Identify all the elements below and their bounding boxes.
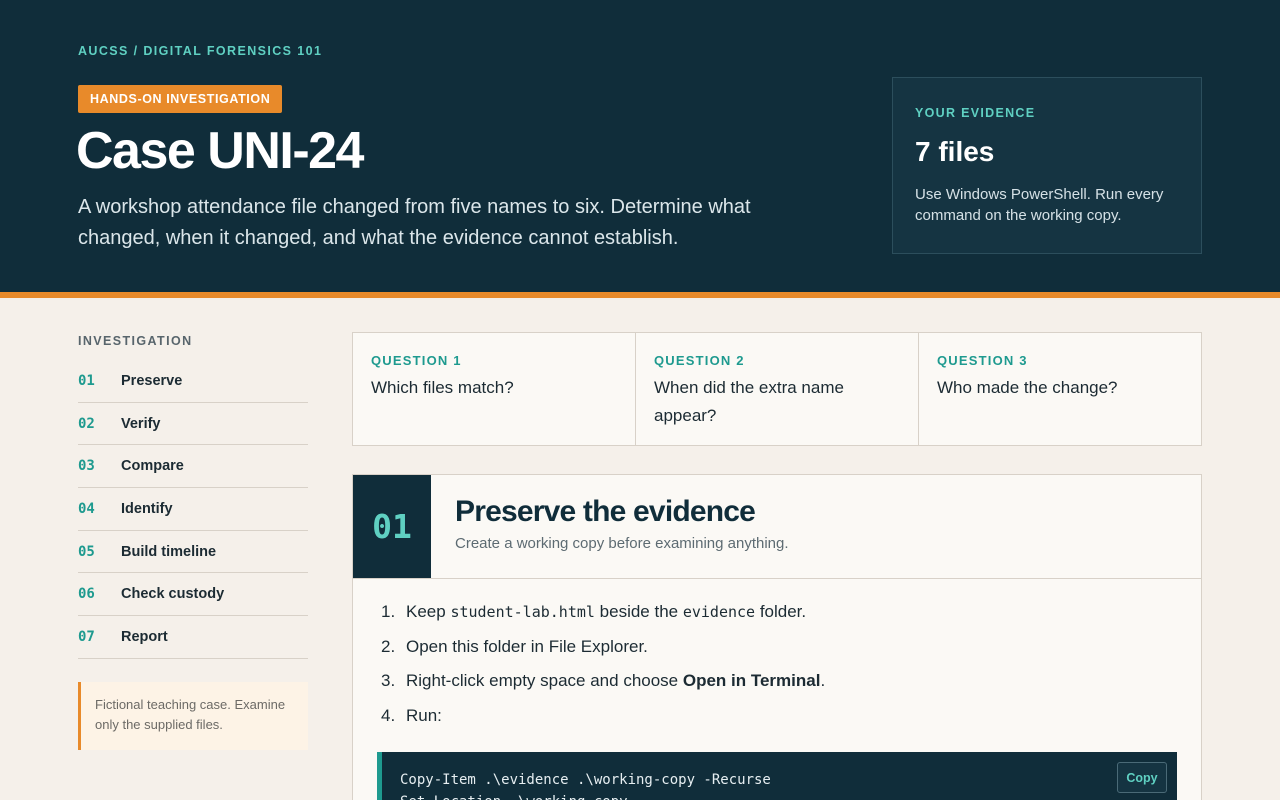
disclaimer-note: Fictional teaching case. Examine only th… xyxy=(78,682,308,750)
step-title: Preserve the evidence xyxy=(455,495,756,528)
step-header: 01 Preserve the evidence Create a workin… xyxy=(353,475,1201,579)
instruction-text: Open this folder in File Explorer. xyxy=(406,636,648,656)
copy-button[interactable]: Copy xyxy=(1117,762,1167,793)
question-label: QUESTION 1 xyxy=(371,353,462,368)
nav-item-number: 01 xyxy=(78,372,95,389)
question-label: QUESTION 3 xyxy=(937,353,1028,368)
instruction-number: 1. xyxy=(381,602,396,621)
filename-code: student-lab.html xyxy=(450,603,595,621)
command-text: Copy-Item .\evidence .\working-copy -Rec… xyxy=(400,772,771,800)
question-text: Who made the change? xyxy=(937,378,1118,397)
text-fragment: Right-click empty space and choose xyxy=(406,671,683,690)
nav-item-label: Compare xyxy=(121,458,184,475)
folder-code: evidence xyxy=(682,603,756,621)
evidence-note: Use Windows PowerShell. Run every comman… xyxy=(915,186,1164,224)
page-title: Case UNI-24 xyxy=(76,122,364,180)
step-titles: Preserve the evidence Create a working c… xyxy=(431,475,813,578)
nav-item-check-custody[interactable]: 06 Check custody xyxy=(78,573,308,617)
instruction-text: Keep student-lab.html beside the evidenc… xyxy=(406,601,806,623)
nav-item-number: 05 xyxy=(78,543,95,560)
instruction-number: 2. xyxy=(381,636,396,656)
question-card: QUESTION 3 Who made the change? xyxy=(919,333,1201,445)
nav-item-number: 07 xyxy=(78,628,95,645)
nav-item-label: Identify xyxy=(121,500,173,517)
instruction-list: 1. Keep student-lab.html beside the evid… xyxy=(381,601,825,739)
nav-item-label: Build timeline xyxy=(121,543,217,560)
text-fragment: beside the xyxy=(594,602,683,621)
nav-item-label: Preserve xyxy=(121,372,183,389)
question-label: QUESTION 2 xyxy=(654,353,745,368)
nav-item-compare[interactable]: 03 Compare xyxy=(78,445,308,489)
nav-item-build-timeline[interactable]: 05 Build timeline xyxy=(78,531,308,574)
evidence-count: 7 files xyxy=(915,136,995,167)
nav-item-label: Report xyxy=(121,628,168,645)
text-fragment: folder. xyxy=(755,602,807,621)
evidence-label: YOUR EVIDENCE xyxy=(915,106,1036,120)
questions-panel: QUESTION 1 Which files match? QUESTION 2… xyxy=(352,332,1202,446)
sidebar-heading: INVESTIGATION xyxy=(78,334,193,348)
step-subtitle: Create a working copy before examining a… xyxy=(455,535,789,552)
text-fragment: Keep xyxy=(406,602,451,621)
nav-item-identify[interactable]: 04 Identify xyxy=(78,488,308,531)
instruction-number: 4. xyxy=(381,705,396,725)
instruction-item: 3. Right-click empty space and choose Op… xyxy=(381,670,825,692)
instruction-item: 4. Run: xyxy=(381,705,825,727)
nav-item-label: Verify xyxy=(121,415,161,432)
nav-item-number: 03 xyxy=(78,458,95,475)
instruction-text: Run: xyxy=(406,705,442,725)
case-summary: A workshop attendance file changed from … xyxy=(78,196,751,249)
text-fragment: . xyxy=(820,671,826,690)
investigation-nav: 01 Preserve 02 Verify 03 Compare 04 Iden… xyxy=(78,360,308,659)
nav-item-number: 06 xyxy=(78,586,95,603)
nav-item-report[interactable]: 07 Report xyxy=(78,616,308,659)
investigation-badge: HANDS-ON INVESTIGATION xyxy=(78,85,283,113)
nav-item-number: 02 xyxy=(78,415,95,432)
step-card-preserve: 01 Preserve the evidence Create a workin… xyxy=(352,474,1202,800)
step-number: 01 xyxy=(353,475,431,578)
menu-option-highlight: Open in Terminal xyxy=(682,671,821,690)
instruction-item: 1. Keep student-lab.html beside the evid… xyxy=(381,601,825,623)
instruction-number: 3. xyxy=(381,671,396,690)
evidence-card: YOUR EVIDENCE 7 files Use Windows PowerS… xyxy=(892,77,1202,254)
nav-item-number: 04 xyxy=(78,500,95,517)
question-text: Which files match? xyxy=(371,378,514,397)
nav-item-verify[interactable]: 02 Verify xyxy=(78,403,308,446)
hero-banner: AUCSS / DIGITAL FORENSICS 101 HANDS-ON I… xyxy=(0,0,1280,292)
breadcrumb[interactable]: AUCSS / DIGITAL FORENSICS 101 xyxy=(78,44,322,58)
question-card: QUESTION 2 When did the extra name appea… xyxy=(636,333,919,445)
question-text: When did the extra name appear? xyxy=(654,378,844,425)
question-card: QUESTION 1 Which files match? xyxy=(353,333,636,445)
command-code-block[interactable]: Copy-Item .\evidence .\working-copy -Rec… xyxy=(377,752,1177,800)
nav-item-label: Check custody xyxy=(121,586,225,603)
instruction-text: Right-click empty space and choose Open … xyxy=(406,670,825,692)
instruction-item: 2. Open this folder in File Explorer. xyxy=(381,636,825,658)
nav-item-preserve[interactable]: 01 Preserve xyxy=(78,360,308,403)
hero-accent-divider xyxy=(0,292,1280,298)
